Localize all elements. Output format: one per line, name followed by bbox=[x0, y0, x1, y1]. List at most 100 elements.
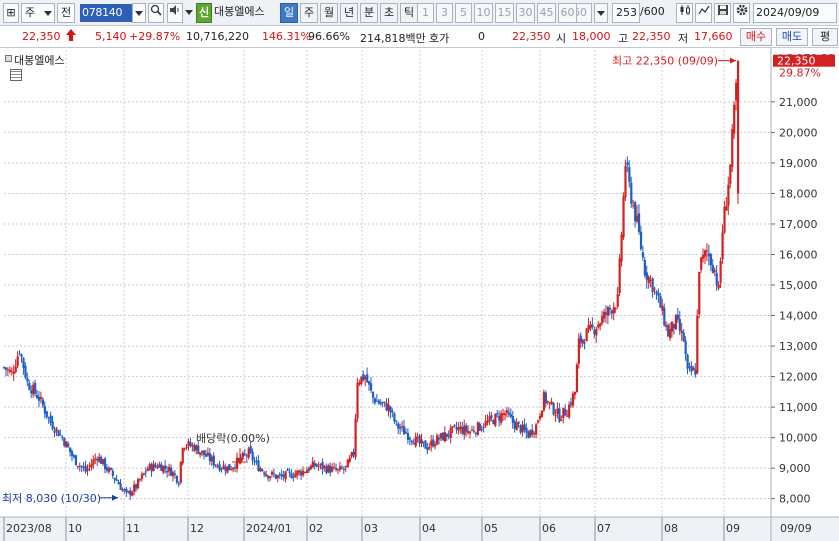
candle-body bbox=[387, 404, 390, 411]
candle-body bbox=[173, 473, 177, 475]
candle-body bbox=[358, 382, 361, 385]
candle-body bbox=[270, 472, 274, 475]
candle-body bbox=[325, 466, 328, 473]
candle-body bbox=[696, 316, 699, 374]
jeon-button[interactable]: 전 bbox=[57, 3, 75, 23]
eval-button[interactable]: 평 bbox=[812, 28, 838, 46]
candle-body bbox=[513, 421, 516, 429]
trend-tool-icon[interactable] bbox=[695, 3, 712, 23]
candlestick-chart[interactable]: 8,000 9,000 10,000 11,000 12,000 13,000 14,000… bbox=[0, 48, 839, 541]
interval-combo-dropdown[interactable] bbox=[594, 3, 608, 23]
candle-body bbox=[474, 432, 478, 434]
chevron-down-icon bbox=[185, 9, 193, 15]
period-tab-4[interactable]: 분 bbox=[360, 3, 378, 23]
candle-body bbox=[503, 413, 507, 416]
low-label: 저 bbox=[678, 32, 689, 45]
search-icon[interactable] bbox=[148, 3, 164, 23]
candle-body bbox=[414, 436, 417, 447]
date-input[interactable]: 2024/09/09 bbox=[753, 3, 837, 23]
candle-body bbox=[193, 445, 196, 451]
candle-body bbox=[255, 460, 258, 462]
candle-body bbox=[624, 166, 627, 198]
candle-body bbox=[199, 452, 202, 455]
candle-body bbox=[253, 461, 256, 463]
candle-body bbox=[597, 324, 600, 328]
candle-body bbox=[53, 430, 56, 433]
candle-body bbox=[521, 424, 524, 433]
buy-button[interactable]: 매수 bbox=[740, 28, 772, 46]
candle-body bbox=[455, 427, 458, 430]
candle-body bbox=[573, 391, 577, 395]
candle-body bbox=[117, 481, 120, 485]
candle-body bbox=[366, 374, 369, 383]
candle-body bbox=[490, 415, 493, 419]
interval-button-1[interactable]: 1 bbox=[417, 3, 434, 23]
interval-button-30[interactable]: 30 bbox=[516, 3, 535, 23]
candle-body bbox=[111, 470, 114, 476]
x-tick-label: 07 bbox=[597, 522, 611, 535]
candle-body bbox=[98, 456, 101, 462]
candle-body bbox=[684, 340, 687, 355]
trade-amount: 214,818백만 bbox=[360, 32, 426, 45]
interval-button-5[interactable]: 5 bbox=[455, 3, 472, 23]
market-select-label: 주 bbox=[25, 6, 36, 19]
interval-button-15[interactable]: 15 bbox=[495, 3, 514, 23]
candle-body bbox=[731, 129, 734, 167]
candle-body bbox=[517, 421, 520, 424]
y-tick-label: 20,000 bbox=[779, 126, 818, 139]
candle-body bbox=[70, 451, 74, 456]
speaker-icon[interactable] bbox=[167, 3, 183, 23]
data-table-icon[interactable] bbox=[10, 69, 22, 81]
candle-body bbox=[735, 82, 738, 101]
speaker-dropdown[interactable] bbox=[184, 3, 194, 23]
candle-body bbox=[371, 391, 375, 398]
save-icon[interactable] bbox=[714, 3, 731, 23]
interval-button-10[interactable]: 10 bbox=[474, 3, 493, 23]
candle-body bbox=[717, 284, 720, 289]
candle-body bbox=[344, 465, 347, 468]
low-annotation: 최저 8,030 (10/30) bbox=[2, 492, 101, 505]
candle-body bbox=[171, 472, 175, 477]
candle-body bbox=[467, 431, 470, 434]
interval-button-60[interactable]: 60 bbox=[558, 3, 577, 23]
y-tick-label: 13,000 bbox=[779, 340, 818, 353]
candle-body bbox=[26, 378, 29, 382]
candle-body bbox=[123, 489, 126, 491]
period-tab-0[interactable]: 일 bbox=[280, 3, 298, 23]
candle-body bbox=[562, 407, 565, 418]
candle-body bbox=[109, 467, 112, 470]
period-tab-3[interactable]: 년 bbox=[340, 3, 358, 23]
candle-body bbox=[107, 468, 111, 472]
period-tab-5[interactable]: 초 bbox=[380, 3, 398, 23]
candle-body bbox=[127, 491, 130, 493]
candle-body bbox=[426, 447, 429, 451]
period-tab-2[interactable]: 월 bbox=[320, 3, 338, 23]
candle-body bbox=[175, 475, 179, 483]
candle-body bbox=[700, 257, 703, 271]
interval-button-45[interactable]: 45 bbox=[537, 3, 556, 23]
candle-body bbox=[711, 264, 714, 273]
sell-button[interactable]: 매도 bbox=[776, 28, 808, 46]
stock-code-input[interactable]: 078140 bbox=[80, 4, 132, 22]
period-tab-6[interactable]: 틱 bbox=[400, 3, 418, 23]
current-price: 22,350 bbox=[22, 30, 61, 43]
candle-body bbox=[556, 408, 559, 415]
interval-button-3[interactable]: 3 bbox=[436, 3, 453, 23]
candle-body bbox=[257, 460, 260, 472]
chart-menu-icon[interactable]: ⊞ bbox=[3, 3, 19, 23]
period-tab-1[interactable]: 주 bbox=[300, 3, 318, 23]
count-input[interactable]: 253 bbox=[612, 3, 640, 23]
candle-type-icon[interactable] bbox=[676, 3, 693, 23]
candle-body bbox=[709, 254, 713, 266]
market-select[interactable]: 주 bbox=[21, 3, 55, 23]
candle-body bbox=[329, 466, 332, 473]
price-chart[interactable]: 8,000 9,000 10,000 11,000 12,000 13,000 14,000… bbox=[0, 48, 839, 541]
candle-body bbox=[651, 278, 654, 293]
candle-body bbox=[395, 420, 398, 422]
candle-body bbox=[30, 390, 33, 394]
candle-body bbox=[643, 260, 646, 276]
code-dropdown-button[interactable] bbox=[132, 3, 146, 23]
candle-body bbox=[436, 435, 439, 445]
gear-icon[interactable] bbox=[733, 3, 750, 23]
candle-body bbox=[678, 319, 681, 331]
